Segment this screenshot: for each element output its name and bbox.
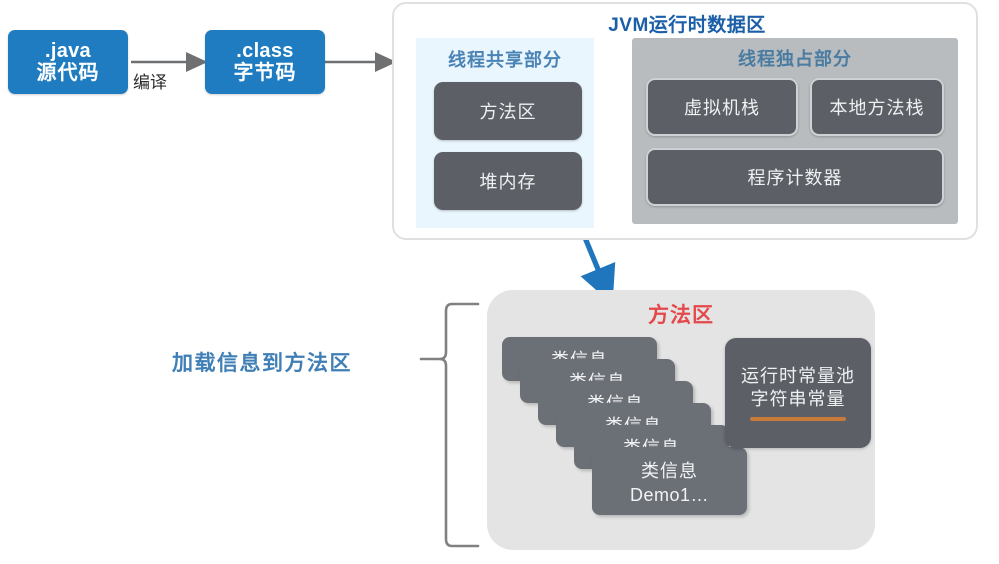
runtime-constant-pool-line2: 字符串常量 bbox=[750, 388, 846, 409]
jvm-box-method-area-label: 方法区 bbox=[479, 102, 537, 122]
jvm-box-vm-stack: 虚拟机栈 bbox=[646, 78, 798, 136]
method-area-detail-title: 方法区 bbox=[648, 304, 714, 327]
class-box-line1: .class bbox=[236, 39, 294, 62]
jvm-box-vm-stack-label: 虚拟机栈 bbox=[684, 98, 760, 118]
jvm-box-heap-label: 堆内存 bbox=[479, 172, 537, 192]
jvm-box-method-area: 方法区 bbox=[434, 82, 582, 140]
brace bbox=[438, 302, 480, 548]
java-source-line1: .java bbox=[45, 39, 91, 62]
class-info-card-sublabel: Demo1… bbox=[629, 484, 710, 505]
thread-shared-title: 线程共享部分 bbox=[448, 50, 562, 70]
runtime-constant-pool-box: 运行时常量池 字符串常量 bbox=[725, 338, 871, 448]
jvm-box-heap: 堆内存 bbox=[434, 152, 582, 210]
jvm-box-native-stack-label: 本地方法栈 bbox=[829, 98, 925, 118]
class-bytecode-box: .class 字节码 bbox=[205, 30, 325, 94]
java-source-line2: 源代码 bbox=[36, 62, 100, 84]
class-info-card-label: 类信息 bbox=[641, 460, 698, 481]
class-box-line2: 字节码 bbox=[233, 62, 297, 84]
thread-shared-subpanel: 线程共享部分 方法区 堆内存 bbox=[416, 38, 594, 228]
java-source-box: .java 源代码 bbox=[8, 30, 128, 94]
compile-label: 编译 bbox=[133, 73, 167, 92]
method-area-detail-panel: 方法区 类信息 类信息 类信息 类信息 类信息 类信息 Demo1… 运行时常量… bbox=[487, 290, 875, 550]
jvm-runtime-data-area-panel: JVM运行时数据区 线程共享部分 方法区 堆内存 线程独占部分 虚拟机栈 本地方… bbox=[392, 2, 978, 240]
class-info-card-demo1: 类信息 Demo1… bbox=[592, 447, 747, 515]
thread-exclusive-title: 线程独占部分 bbox=[738, 49, 852, 69]
jvm-box-pc-register: 程序计数器 bbox=[646, 148, 944, 206]
jvm-box-pc-register-label: 程序计数器 bbox=[747, 168, 843, 188]
thread-exclusive-subpanel: 线程独占部分 虚拟机栈 本地方法栈 程序计数器 bbox=[632, 38, 958, 224]
jvm-box-native-stack: 本地方法栈 bbox=[810, 78, 944, 136]
diagram-canvas: .java 源代码 编译 .class 字节码 JVM运行时数据区 线程共享部分… bbox=[0, 0, 999, 564]
string-constant-underline bbox=[750, 417, 846, 421]
runtime-constant-pool-line1: 运行时常量池 bbox=[741, 366, 855, 386]
jvm-panel-title: JVM运行时数据区 bbox=[608, 15, 766, 36]
load-to-method-area-label: 加载信息到方法区 bbox=[172, 352, 352, 375]
